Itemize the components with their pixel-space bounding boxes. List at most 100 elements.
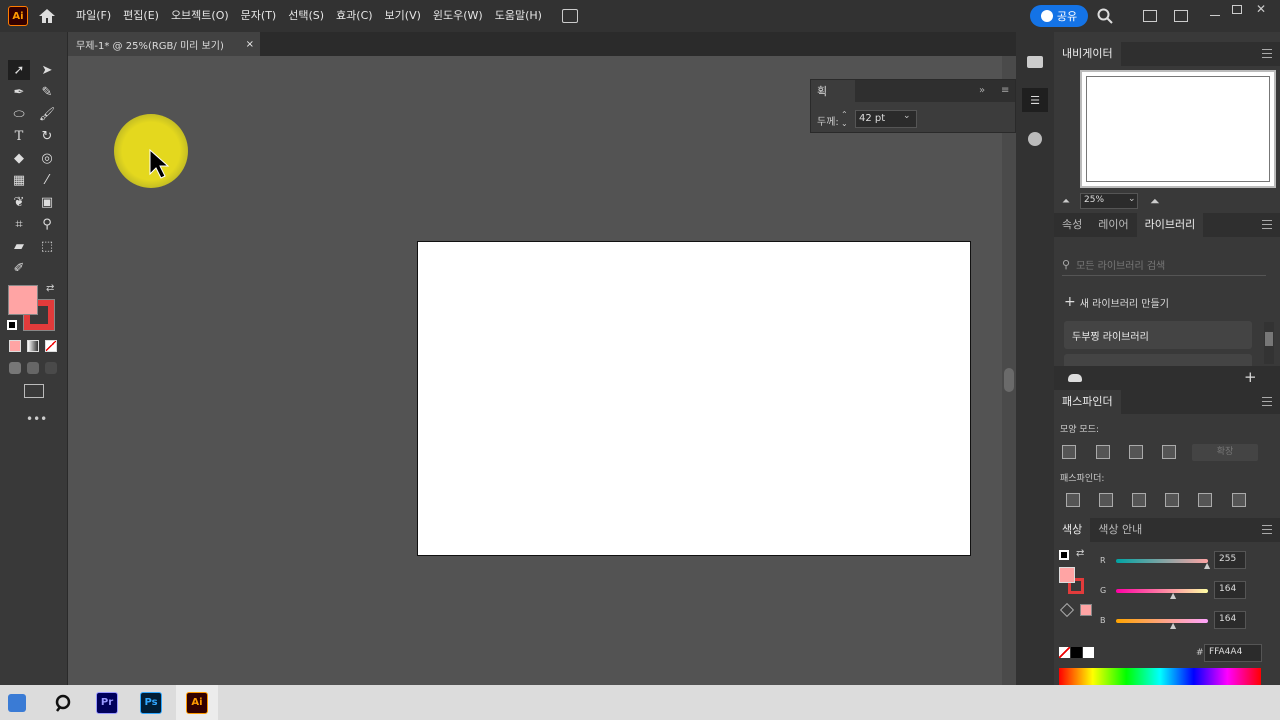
- color-menu-icon[interactable]: [1262, 525, 1272, 534]
- stroke-tab[interactable]: 획: [811, 80, 855, 102]
- menu-select[interactable]: 선택(S): [282, 0, 330, 32]
- direct-selection-tool-icon[interactable]: ➤: [36, 60, 58, 80]
- draw-behind-icon[interactable]: [27, 362, 39, 374]
- cloud-icon[interactable]: [1068, 374, 1082, 382]
- gradient-mode-icon[interactable]: [27, 340, 39, 352]
- panel-layout-icon[interactable]: [1174, 10, 1188, 22]
- menu-view[interactable]: 보기(V): [379, 0, 427, 32]
- g-slider-handle[interactable]: ▲: [1170, 591, 1176, 600]
- menu-window[interactable]: 윈도우(W): [427, 0, 489, 32]
- paintbrush-tool-icon[interactable]: 🖌: [36, 104, 58, 124]
- out-of-gamut-icon[interactable]: [1059, 602, 1075, 618]
- menu-effect[interactable]: 효과(C): [330, 0, 379, 32]
- r-slider[interactable]: [1116, 559, 1208, 563]
- g-slider[interactable]: [1116, 589, 1208, 593]
- minimize-icon[interactable]: [1210, 15, 1220, 16]
- color-mode-icon[interactable]: [9, 340, 21, 352]
- type-tool-icon[interactable]: T: [8, 126, 30, 146]
- default-colors-icon[interactable]: [7, 320, 17, 330]
- share-button[interactable]: 공유: [1030, 5, 1088, 27]
- library-search[interactable]: ⚲ 모든 라이브러리 검색: [1062, 254, 1266, 276]
- intersect-icon[interactable]: [1129, 445, 1143, 459]
- edit-toolbar-icon[interactable]: •••: [26, 412, 47, 426]
- arrange-documents-icon[interactable]: [561, 9, 578, 23]
- fill-swatch[interactable]: [8, 285, 38, 315]
- ellipse-tool-icon[interactable]: ⬭: [8, 104, 30, 124]
- gamut-swatch[interactable]: [1080, 604, 1092, 616]
- swap-colors-icon[interactable]: ⇄: [46, 283, 54, 294]
- library-item[interactable]: 두부찡 라이브러리: [1064, 321, 1252, 349]
- lasso-tool-icon[interactable]: ◎: [36, 148, 58, 168]
- white-swatch[interactable]: [1083, 647, 1094, 658]
- none-color-icon[interactable]: [1059, 647, 1070, 658]
- photoshop-icon[interactable]: Ps: [140, 691, 162, 714]
- close-window-icon[interactable]: ✕: [1256, 2, 1266, 16]
- color-spectrum[interactable]: [1059, 668, 1261, 685]
- b-value-input[interactable]: 164: [1214, 611, 1246, 629]
- rotate-tool-icon[interactable]: ↻: [36, 126, 58, 146]
- tab-color-guide[interactable]: 색상 안내: [1090, 518, 1150, 542]
- exclude-icon[interactable]: [1162, 445, 1176, 459]
- tab-properties[interactable]: 속성: [1054, 213, 1090, 237]
- pen-tool-icon[interactable]: ✒: [8, 82, 30, 102]
- navigator-view-box[interactable]: [1086, 76, 1270, 182]
- artboard[interactable]: [417, 241, 971, 556]
- menu-object[interactable]: 오브젝트(O): [165, 0, 235, 32]
- crop-tool-icon[interactable]: ⌗: [8, 214, 30, 234]
- eraser-tool-icon[interactable]: ◆: [8, 148, 30, 168]
- r-slider-handle[interactable]: ▲: [1204, 561, 1210, 570]
- zoom-in-icon[interactable]: ⏶: [1150, 194, 1160, 209]
- collapse-panel-icon[interactable]: »: [979, 85, 985, 96]
- column-graph-tool-icon[interactable]: ▰: [8, 236, 30, 256]
- eyedropper-tool-icon[interactable]: ⁄: [36, 170, 58, 190]
- illustrator-taskbar-slot[interactable]: Ai: [176, 685, 218, 720]
- zoom-out-icon[interactable]: ⏶: [1062, 196, 1070, 207]
- add-content-icon[interactable]: +: [1244, 368, 1257, 386]
- expand-button[interactable]: 확장: [1192, 444, 1258, 461]
- close-tab-icon[interactable]: ×: [246, 39, 254, 50]
- document-tab[interactable]: 무제-1* @ 25%(RGB/ 미리 보기) ×: [68, 32, 260, 56]
- hex-input[interactable]: FFA4A4: [1204, 644, 1262, 662]
- draw-inside-icon[interactable]: [45, 362, 57, 374]
- properties-icon[interactable]: ☰: [1022, 88, 1048, 112]
- menu-file[interactable]: 파일(F): [70, 0, 117, 32]
- menu-type[interactable]: 문자(T): [235, 0, 283, 32]
- library-scrollbar[interactable]: [1264, 322, 1274, 364]
- minus-front-icon[interactable]: [1096, 445, 1110, 459]
- minus-back-icon[interactable]: [1232, 493, 1246, 507]
- gradient-tool-icon[interactable]: ▦: [8, 170, 30, 190]
- selection-tool-icon[interactable]: ➚: [8, 60, 30, 80]
- home-icon[interactable]: [38, 8, 56, 24]
- explorer-icon[interactable]: [8, 693, 26, 712]
- library-scrollbar-thumb[interactable]: [1265, 332, 1273, 346]
- tab-libraries[interactable]: 라이브러리: [1136, 213, 1204, 237]
- maximize-icon[interactable]: [1232, 5, 1242, 14]
- menu-help[interactable]: 도움말(H): [489, 0, 548, 32]
- premiere-icon[interactable]: Pr: [96, 691, 118, 714]
- menu-edit[interactable]: 편집(E): [117, 0, 165, 32]
- g-value-input[interactable]: 164: [1214, 581, 1246, 599]
- artboard-tool-icon[interactable]: ⬚: [36, 236, 58, 256]
- search-icon[interactable]: [1097, 8, 1113, 24]
- black-swatch[interactable]: [1071, 647, 1082, 658]
- tab-layers[interactable]: 레이어: [1090, 213, 1136, 237]
- b-slider-handle[interactable]: ▲: [1170, 621, 1176, 630]
- divide-icon[interactable]: [1066, 493, 1080, 507]
- library-menu-icon[interactable]: [1262, 220, 1272, 229]
- pathfinder-menu-icon[interactable]: [1262, 397, 1272, 406]
- zoom-chevron-down-icon[interactable]: ⌄: [1128, 194, 1136, 204]
- comments-icon[interactable]: [1027, 56, 1043, 68]
- tab-color[interactable]: 색상: [1054, 518, 1091, 542]
- search-taskbar-icon[interactable]: [52, 692, 74, 714]
- appearance-icon[interactable]: [1028, 132, 1042, 146]
- measure-tool-icon[interactable]: ✐: [8, 258, 30, 278]
- screen-mode-icon[interactable]: [24, 384, 44, 398]
- library-item-partial[interactable]: [1064, 354, 1252, 366]
- navigator-preview[interactable]: [1080, 70, 1276, 188]
- pathfinder-tab[interactable]: 패스파인더: [1054, 390, 1121, 414]
- blend-tool-icon[interactable]: ❦: [8, 192, 30, 212]
- stroke-panel-menu-icon[interactable]: ≡: [1001, 85, 1009, 96]
- curvature-tool-icon[interactable]: ✎: [36, 82, 58, 102]
- unite-icon[interactable]: [1062, 445, 1076, 459]
- color-default-icon[interactable]: [1059, 550, 1069, 560]
